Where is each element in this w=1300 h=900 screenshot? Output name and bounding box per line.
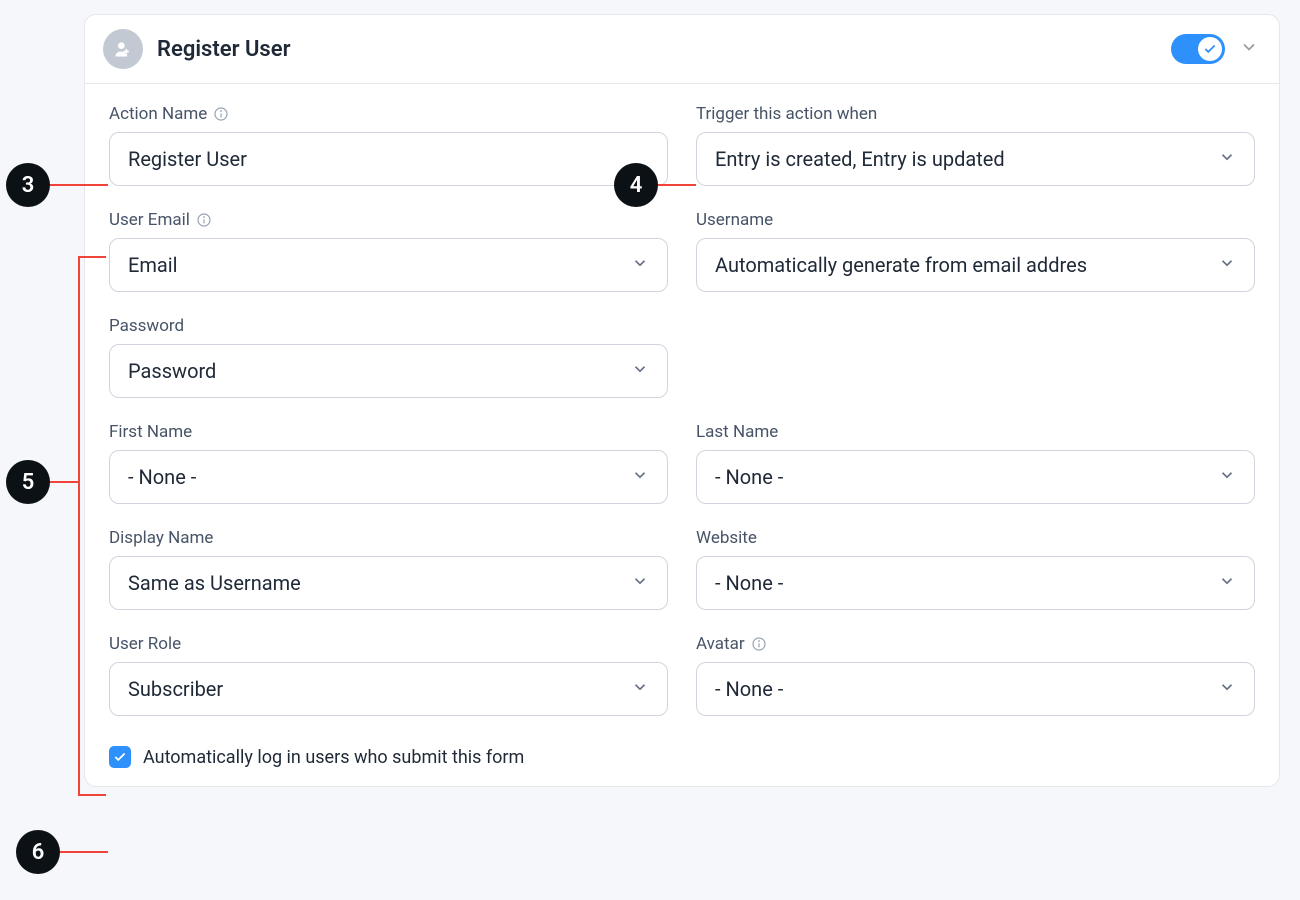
- field-last-name: Last Name - None -: [696, 422, 1255, 504]
- display-name-label: Display Name: [109, 528, 213, 548]
- website-label: Website: [696, 528, 757, 548]
- chevron-down-icon: [1218, 147, 1236, 171]
- annotation-connector: [50, 481, 78, 483]
- password-select[interactable]: Password: [109, 344, 668, 398]
- action-name-input[interactable]: Register User: [109, 132, 668, 186]
- annotation-connector: [78, 256, 106, 258]
- auto-login-checkbox[interactable]: [109, 746, 131, 768]
- chevron-down-icon: [631, 253, 649, 277]
- username-value: Automatically generate from email addres: [715, 253, 1206, 277]
- field-user-role: User Role Subscriber: [109, 634, 668, 716]
- action-name-value: Register User: [128, 147, 247, 171]
- field-password: Password Password: [109, 316, 668, 398]
- field-avatar: Avatar - None -: [696, 634, 1255, 716]
- field-first-name: First Name - None -: [109, 422, 668, 504]
- annotation-connector: [78, 256, 80, 796]
- info-icon[interactable]: [196, 212, 212, 228]
- enable-toggle[interactable]: [1171, 34, 1225, 64]
- user-email-select[interactable]: Email: [109, 238, 668, 292]
- field-website: Website - None -: [696, 528, 1255, 610]
- avatar-select[interactable]: - None -: [696, 662, 1255, 716]
- first-name-label: First Name: [109, 422, 192, 442]
- info-icon[interactable]: [213, 106, 229, 122]
- check-icon: [1198, 37, 1222, 61]
- trigger-label: Trigger this action when: [696, 104, 877, 124]
- display-name-select[interactable]: Same as Username: [109, 556, 668, 610]
- annotation-marker-4: 4: [614, 163, 658, 207]
- trigger-value: Entry is created, Entry is updated: [715, 147, 1206, 171]
- action-name-label: Action Name: [109, 104, 207, 124]
- annotation-connector: [658, 184, 696, 186]
- field-action-name: Action Name Register User: [109, 104, 668, 186]
- username-label: Username: [696, 210, 773, 230]
- chevron-down-icon: [631, 677, 649, 701]
- annotation-marker-3: 3: [6, 163, 50, 207]
- auto-login-row: Automatically log in users who submit th…: [109, 746, 1255, 768]
- first-name-value: - None -: [128, 465, 619, 489]
- password-value: Password: [128, 359, 619, 383]
- field-user-email: User Email Email: [109, 210, 668, 292]
- annotation-connector: [60, 851, 108, 853]
- password-label: Password: [109, 316, 184, 336]
- user-role-label: User Role: [109, 634, 181, 654]
- last-name-select[interactable]: - None -: [696, 450, 1255, 504]
- annotation-connector: [78, 794, 106, 796]
- trigger-select[interactable]: Entry is created, Entry is updated: [696, 132, 1255, 186]
- display-name-value: Same as Username: [128, 571, 619, 595]
- website-value: - None -: [715, 571, 1206, 595]
- card-body: Action Name Register User Trigger this a…: [85, 84, 1279, 786]
- register-user-card: Register User Action Name Register User: [84, 14, 1280, 787]
- avatar-label: Avatar: [696, 634, 745, 654]
- website-select[interactable]: - None -: [696, 556, 1255, 610]
- field-display-name: Display Name Same as Username: [109, 528, 668, 610]
- annotation-marker-6: 6: [16, 830, 60, 874]
- annotation-marker-5: 5: [6, 460, 50, 504]
- user-role-value: Subscriber: [128, 677, 619, 701]
- card-title: Register User: [157, 37, 1157, 62]
- chevron-down-icon: [1218, 465, 1236, 489]
- chevron-down-icon: [631, 465, 649, 489]
- annotation-connector: [50, 184, 108, 186]
- avatar-value: - None -: [715, 677, 1206, 701]
- register-user-icon: [103, 29, 143, 69]
- chevron-down-icon: [1218, 253, 1236, 277]
- auto-login-label: Automatically log in users who submit th…: [143, 747, 524, 768]
- user-role-select[interactable]: Subscriber: [109, 662, 668, 716]
- username-select[interactable]: Automatically generate from email addres: [696, 238, 1255, 292]
- last-name-label: Last Name: [696, 422, 778, 442]
- chevron-down-icon: [631, 571, 649, 595]
- chevron-down-icon: [631, 359, 649, 383]
- info-icon[interactable]: [751, 636, 767, 652]
- field-username: Username Automatically generate from ema…: [696, 210, 1255, 292]
- first-name-select[interactable]: - None -: [109, 450, 668, 504]
- last-name-value: - None -: [715, 465, 1206, 489]
- chevron-down-icon[interactable]: [1239, 37, 1259, 61]
- user-email-label: User Email: [109, 210, 190, 230]
- field-trigger: Trigger this action when Entry is create…: [696, 104, 1255, 186]
- chevron-down-icon: [1218, 677, 1236, 701]
- card-header: Register User: [85, 15, 1279, 84]
- chevron-down-icon: [1218, 571, 1236, 595]
- user-email-value: Email: [128, 253, 619, 277]
